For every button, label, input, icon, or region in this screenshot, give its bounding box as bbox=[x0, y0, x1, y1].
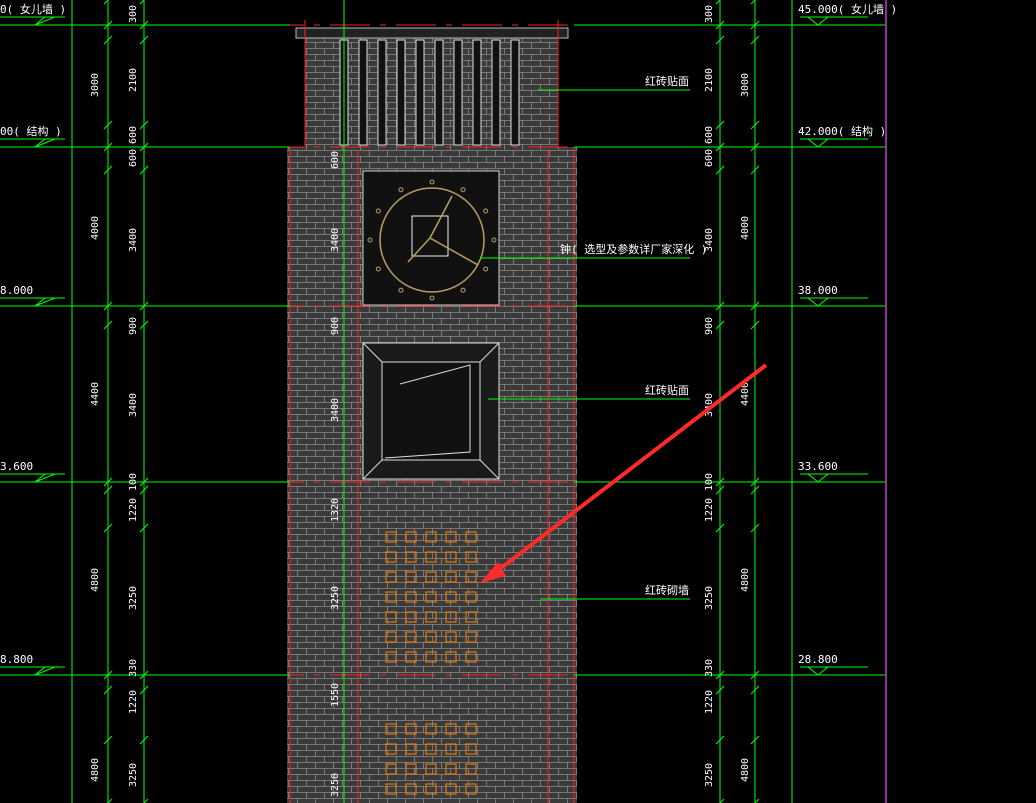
dim-outer-left: 4400 bbox=[90, 382, 101, 406]
level-triangle-icon bbox=[806, 473, 830, 483]
pyramid-panel bbox=[362, 342, 500, 480]
dim-outer-right: 3000 bbox=[740, 73, 751, 97]
dim-outer-left: 3000 bbox=[90, 73, 101, 97]
dim-inner-left: 100 bbox=[128, 473, 139, 491]
parapet-slot bbox=[415, 39, 425, 146]
parapet-slot bbox=[396, 39, 406, 146]
level-triangle-icon bbox=[34, 297, 56, 307]
level-label-right: 45.000( 女儿墙 ) bbox=[798, 2, 897, 16]
level-label-left: 3.600 bbox=[0, 460, 33, 473]
annotation-parapet-finish: 红砖贴面 bbox=[645, 74, 689, 88]
dim-tower: 3400 bbox=[330, 228, 341, 252]
level-label-left: 8.800 bbox=[0, 653, 33, 666]
level-triangle-icon bbox=[806, 16, 830, 26]
level-label-left: 00( 结构 ) bbox=[0, 124, 62, 138]
dim-inner-right: 330 bbox=[704, 659, 715, 677]
level-label-right: 38.000 bbox=[798, 284, 838, 297]
parapet-slot bbox=[491, 39, 501, 146]
dim-inner-left: 600 bbox=[128, 126, 139, 144]
annotation-panel-finish: 红砖贴面 bbox=[645, 383, 689, 397]
dim-tower: 3250 bbox=[330, 773, 341, 797]
dim-tower: 3250 bbox=[330, 586, 341, 610]
parapet-slot bbox=[358, 39, 368, 146]
level-triangle-icon bbox=[806, 297, 830, 307]
dim-inner-left: 3250 bbox=[128, 763, 139, 787]
level-triangle-icon bbox=[34, 473, 56, 483]
parapet-slot bbox=[472, 39, 482, 146]
dim-outer-left: 4800 bbox=[90, 568, 101, 592]
annotation-clock: 钟( 选型及参数详厂家深化 ) bbox=[560, 242, 708, 256]
dim-inner-right: 300 bbox=[704, 5, 715, 23]
elevation-drawing: 红砖贴面 钟( 选型及参数详厂家深化 ) 红砖贴面 红砖砌墙 0( 女儿墙 )0… bbox=[0, 0, 897, 803]
dim-inner-left: 300 bbox=[128, 5, 139, 23]
level-markers-right: 45.000( 女儿墙 ) 42.000( 结构 ) 38.000 33.600 28.… bbox=[798, 2, 897, 676]
dim-inner-left: 1220 bbox=[128, 690, 139, 714]
dim-inner-right: 3250 bbox=[704, 586, 715, 610]
dim-inner-left: 2100 bbox=[128, 68, 139, 92]
parapet-slot bbox=[453, 39, 463, 146]
level-label-right: 33.600 bbox=[798, 460, 838, 473]
dim-inner-right: 3400 bbox=[704, 228, 715, 252]
dim-inner-left: 900 bbox=[128, 317, 139, 335]
dim-inner-right: 3250 bbox=[704, 763, 715, 787]
cad-drawing-canvas[interactable]: 红砖贴面 钟( 选型及参数详厂家深化 ) 红砖贴面 红砖砌墙 0( 女儿墙 ) 0… bbox=[0, 0, 1036, 803]
level-label-right: 42.000( 结构 ) bbox=[798, 124, 886, 138]
dim-outer-right: 4000 bbox=[740, 216, 751, 240]
dim-inner-right: 600 bbox=[704, 126, 715, 144]
dim-inner-left: 330 bbox=[128, 659, 139, 677]
dim-tower: 900 bbox=[330, 317, 341, 335]
dim-outer-right: 4800 bbox=[740, 758, 751, 782]
dim-tower: 1320 bbox=[330, 498, 341, 522]
dim-inner-left: 3400 bbox=[128, 228, 139, 252]
dim-outer-left: 4000 bbox=[90, 216, 101, 240]
dim-inner-left: 600 bbox=[128, 149, 139, 167]
level-triangle-icon bbox=[34, 666, 56, 676]
level-markers-left: 0( 女儿墙 ) 00( 结构 ) 8.000 3.600 8.800 bbox=[0, 2, 66, 676]
annotation-brick-wall: 红砖砌墙 bbox=[645, 583, 689, 597]
level-triangle-icon bbox=[34, 16, 56, 26]
level-triangle-icon bbox=[806, 666, 830, 676]
dims-inner-left: 300 2100 600 600 3400 900 3400 100 1220 3250 330 12… bbox=[128, 5, 139, 787]
dims-outer-right: 30004000440048004800 bbox=[740, 73, 751, 782]
level-triangle-icon bbox=[806, 138, 830, 148]
dim-inner-right: 900 bbox=[704, 317, 715, 335]
dim-tower: 3400 bbox=[330, 398, 341, 422]
level-label-right: 28.800 bbox=[798, 653, 838, 666]
dim-outer-left: 4800 bbox=[90, 758, 101, 782]
dim-inner-left: 1220 bbox=[128, 498, 139, 522]
dim-inner-right: 2100 bbox=[704, 68, 715, 92]
dim-inner-right: 100 bbox=[704, 473, 715, 491]
parapet-slot bbox=[434, 39, 444, 146]
dim-inner-right: 1220 bbox=[704, 498, 715, 522]
dim-tower: 600 bbox=[330, 151, 341, 169]
dim-inner-right: 600 bbox=[704, 149, 715, 167]
dims-inner-right: 3002100600600340090034001001220325033012… bbox=[704, 5, 715, 787]
parapet-slot bbox=[510, 39, 520, 146]
dim-inner-left: 3400 bbox=[128, 393, 139, 417]
parapet-cap bbox=[295, 27, 569, 39]
dim-outer-right: 4800 bbox=[740, 568, 751, 592]
level-label-left: 0( 女儿墙 ) bbox=[0, 2, 66, 16]
level-label-left: 8.000 bbox=[0, 284, 33, 297]
dim-inner-left: 3250 bbox=[128, 586, 139, 610]
dim-tower: 1550 bbox=[330, 683, 341, 707]
parapet-slot bbox=[377, 39, 387, 146]
level-triangle-icon bbox=[34, 138, 56, 148]
dim-inner-right: 1220 bbox=[704, 690, 715, 714]
dims-outer-left: 3000 4000 4400 4800 4800 bbox=[90, 73, 101, 782]
